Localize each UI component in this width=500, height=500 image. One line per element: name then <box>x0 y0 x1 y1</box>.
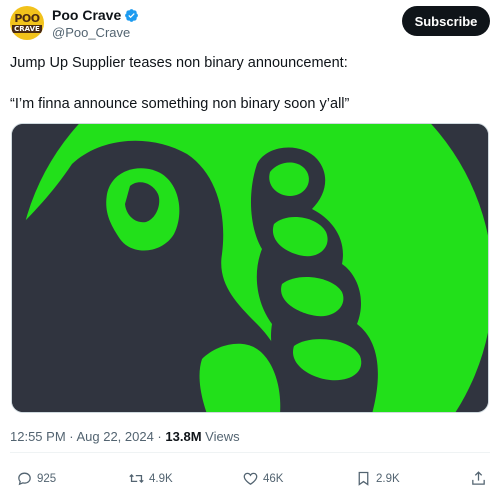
avatar-text-top: POO <box>14 11 40 25</box>
bookmark-button[interactable]: 2.9K <box>355 470 400 487</box>
post-text-line-2: “I’m finna announce something non binary… <box>10 96 350 112</box>
views-count: 13.8M <box>165 429 202 444</box>
repost-icon <box>129 474 144 483</box>
bookmark-count: 2.9K <box>376 472 400 485</box>
bookmark-icon <box>358 471 369 486</box>
post-text-line-1: Jump Up Supplier teases non binary annou… <box>10 55 348 71</box>
green-gorilla-illustration <box>12 124 488 412</box>
like-count: 46K <box>263 472 284 485</box>
handle[interactable]: @Poo_Crave <box>52 25 130 40</box>
avatar-text-bottom: CRAVE <box>12 24 42 33</box>
divider <box>10 452 490 453</box>
share-icon <box>472 471 485 485</box>
views-label: Views <box>201 429 240 444</box>
avatar[interactable]: POO CRAVE <box>10 6 44 40</box>
share-button[interactable] <box>470 470 491 487</box>
repost-count: 4.9K <box>149 472 173 485</box>
subscribe-button[interactable]: Subscribe <box>402 6 490 36</box>
verified-badge-icon <box>125 8 139 22</box>
timestamp[interactable]: 12:55 PM · Aug 22, 2024 · <box>10 429 165 444</box>
tweet-header: POO CRAVE Poo Crave @Poo_Crave Subscribe <box>10 6 490 40</box>
like-button[interactable]: 46K <box>242 470 283 487</box>
display-name[interactable]: Poo Crave <box>52 7 121 23</box>
post-meta: 12:55 PM · Aug 22, 2024 · 13.8M Views <box>10 429 240 444</box>
action-bar: 925 4.9K 46K 2.9K <box>10 470 490 490</box>
name-row: Poo Crave <box>52 7 139 23</box>
reply-button[interactable]: 925 <box>16 470 56 487</box>
reply-icon <box>18 472 31 486</box>
heart-icon <box>243 472 258 485</box>
repost-button[interactable]: 4.9K <box>128 470 173 487</box>
post-image[interactable] <box>11 123 489 413</box>
reply-count: 925 <box>37 472 57 485</box>
